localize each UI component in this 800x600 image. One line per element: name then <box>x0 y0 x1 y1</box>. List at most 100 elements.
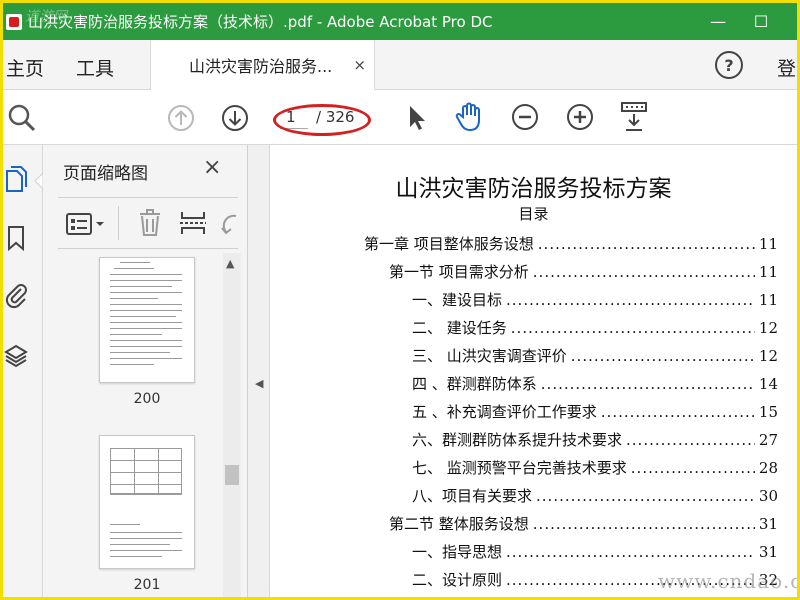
tab-bar: 主页 工具 山洪灾害防治服务... × ? 登 <box>3 40 797 90</box>
toc-entry-label: 三、 山洪灾害调查评价 <box>412 347 567 365</box>
sign-in-link[interactable]: 登 <box>777 54 796 81</box>
toc-leader-dots: ........................................… <box>506 543 755 561</box>
toolbar: / 326 <box>3 90 797 145</box>
toc-leader-dots: ........................................… <box>510 319 755 337</box>
close-tab-button[interactable]: × <box>353 56 366 74</box>
toc-entry-label: 二、 建设任务 <box>412 319 507 337</box>
toc-leader-dots: ........................................… <box>532 515 755 533</box>
toc-entry-page: 12 <box>758 347 778 365</box>
toc-entry[interactable]: 三、 山洪灾害调查评价.............................… <box>412 345 778 367</box>
toc-leader-dots: ........................................… <box>532 263 755 281</box>
toc-entry-label: 一、建设目标 <box>412 291 503 309</box>
toc-entry-label: 第二节 整体服务设想 <box>389 515 529 533</box>
toc-entry-page: 15 <box>758 403 778 421</box>
fit-page-icon[interactable] <box>619 100 649 134</box>
document-tab-label: 山洪灾害防治服务... <box>189 57 333 76</box>
toc-leader-dots: ........................................… <box>630 459 755 477</box>
thumbnail-scrollbar[interactable]: ▲ <box>223 253 241 597</box>
thumbnail-page-200[interactable] <box>99 257 195 383</box>
previous-page-icon[interactable] <box>166 103 196 133</box>
toc-entry-label: 二、设计原则 <box>412 571 503 589</box>
thumbnail-page-201[interactable] <box>99 435 195 569</box>
delete-page-icon[interactable] <box>137 208 163 238</box>
thumbnail-page-number: 200 <box>133 391 161 407</box>
toc-entry-label: 七、 监测预警平台完善技术要求 <box>412 459 627 477</box>
toc-entry[interactable]: 第二节 整体服务设想..............................… <box>389 513 778 535</box>
toc-entry-label: 一、指导思想 <box>412 543 503 561</box>
toc-entry-page: 31 <box>758 515 778 533</box>
toc-entry-label: 五 、补充调查评价工作要求 <box>412 403 597 421</box>
zoom-out-icon[interactable] <box>510 102 540 132</box>
toc-entry-label: 第一节 项目需求分析 <box>389 263 529 281</box>
toc-entry-page: 12 <box>758 319 778 337</box>
rotate-page-icon[interactable] <box>220 210 238 238</box>
panel-title: 页面缩略图 <box>63 164 148 184</box>
next-page-icon[interactable] <box>220 103 250 133</box>
attachment-icon[interactable] <box>3 279 29 309</box>
window-title: 山洪灾害防治服务投标方案（技术标）.pdf - Adobe Acrobat Pr… <box>28 13 493 31</box>
toc-entry[interactable]: 第一节 项目需求分析..............................… <box>389 261 778 283</box>
minimize-button[interactable]: — <box>698 3 738 40</box>
toc-entry-page: 30 <box>758 487 778 505</box>
thumbnail-options-icon[interactable] <box>66 212 106 236</box>
toc-entry[interactable]: 六、群测群防体系提升技术要求..........................… <box>412 429 778 451</box>
bookmark-icon[interactable] <box>3 223 29 253</box>
title-bar: 道游网 山洪灾害防治服务投标方案（技术标）.pdf - Adobe Acroba… <box>3 3 797 40</box>
toc-leader-dots: ........................................… <box>536 487 755 505</box>
toc-heading: 目录 <box>518 205 549 223</box>
toc-entry-label: 八、项目有关要求 <box>412 487 533 505</box>
thumbnail-tools <box>58 197 238 249</box>
thumbnail-page-number: 201 <box>133 577 161 593</box>
toc-entry-page: 14 <box>758 375 778 393</box>
toc-entry[interactable]: 四 、群测群防体系...............................… <box>412 373 778 395</box>
toc-entry[interactable]: 第一章 项目整体服务设想............................… <box>364 233 778 255</box>
acrobat-window: 道游网 山洪灾害防治服务投标方案（技术标）.pdf - Adobe Acroba… <box>3 3 797 597</box>
document-view: 山洪灾害防治服务投标方案 目录 第一章 项目整体服务设想............… <box>270 145 797 597</box>
thumbnails-panel: 页面缩略图 × 200 201 ▲ <box>43 145 248 597</box>
tab-document[interactable]: 山洪灾害防治服务... × <box>150 40 375 90</box>
toc-entry[interactable]: 五 、补充调查评价工作要求...........................… <box>412 401 778 423</box>
watermark-bottom: www.cndao.com <box>658 569 797 593</box>
toc-entry-page: 11 <box>758 235 778 253</box>
toc-leader-dots: ........................................… <box>570 347 755 365</box>
toc-entry-page: 31 <box>758 543 778 561</box>
toc-entry-label: 第一章 项目整体服务设想 <box>364 235 534 253</box>
toc-entry[interactable]: 一、指导思想..................................… <box>412 541 778 563</box>
toc-entry-label: 六、群测群防体系提升技术要求 <box>412 431 623 449</box>
toc-leader-dots: ........................................… <box>600 403 755 421</box>
toc-entry[interactable]: 七、 监测预警平台完善技术要求.........................… <box>412 457 778 479</box>
insert-page-icon[interactable] <box>178 208 208 238</box>
help-icon[interactable]: ? <box>715 51 743 79</box>
scroll-up-icon[interactable]: ▲ <box>226 257 234 270</box>
watermark-top: 道游网 <box>25 9 67 25</box>
page-thumbnails-icon[interactable] <box>3 165 29 195</box>
collapse-panel-icon[interactable]: ◀ <box>255 377 263 390</box>
toc-entry[interactable]: 二、 建设任务.................................… <box>412 317 778 339</box>
acrobat-app-icon <box>6 13 22 30</box>
toolbar-divider <box>118 206 119 240</box>
select-cursor-icon[interactable] <box>405 103 429 133</box>
toc-entry[interactable]: 一、建设目标..................................… <box>412 289 778 311</box>
search-icon[interactable] <box>6 102 38 134</box>
zoom-in-icon[interactable] <box>565 102 595 132</box>
tab-tools[interactable]: 工具 <box>76 54 114 81</box>
panel-collapse-strip[interactable]: ◀ <box>248 145 270 597</box>
toc-leader-dots: ........................................… <box>537 235 755 253</box>
scrollbar-thumb[interactable] <box>225 465 239 485</box>
maximize-button[interactable]: ☐ <box>741 3 781 40</box>
toc-leader-dots: ........................................… <box>626 431 755 449</box>
tab-home[interactable]: 主页 <box>6 54 44 81</box>
toc-leader-dots: ........................................… <box>540 375 755 393</box>
toc-entry-page: 28 <box>758 459 778 477</box>
page-highlight-ellipse <box>273 104 371 136</box>
toc-entry-label: 四 、群测群防体系 <box>412 375 537 393</box>
toc-entry[interactable]: 八、项目有关要求................................… <box>412 485 778 507</box>
hand-tool-icon[interactable] <box>455 101 485 133</box>
toc-entry-page: 11 <box>758 291 778 309</box>
toc-entry-page: 27 <box>758 431 778 449</box>
close-panel-button[interactable]: × <box>203 155 221 180</box>
document-title: 山洪灾害防治服务投标方案 <box>395 176 672 202</box>
layers-icon[interactable] <box>3 341 29 371</box>
active-panel-pointer <box>34 173 43 189</box>
toc-entry-page: 11 <box>758 263 778 281</box>
